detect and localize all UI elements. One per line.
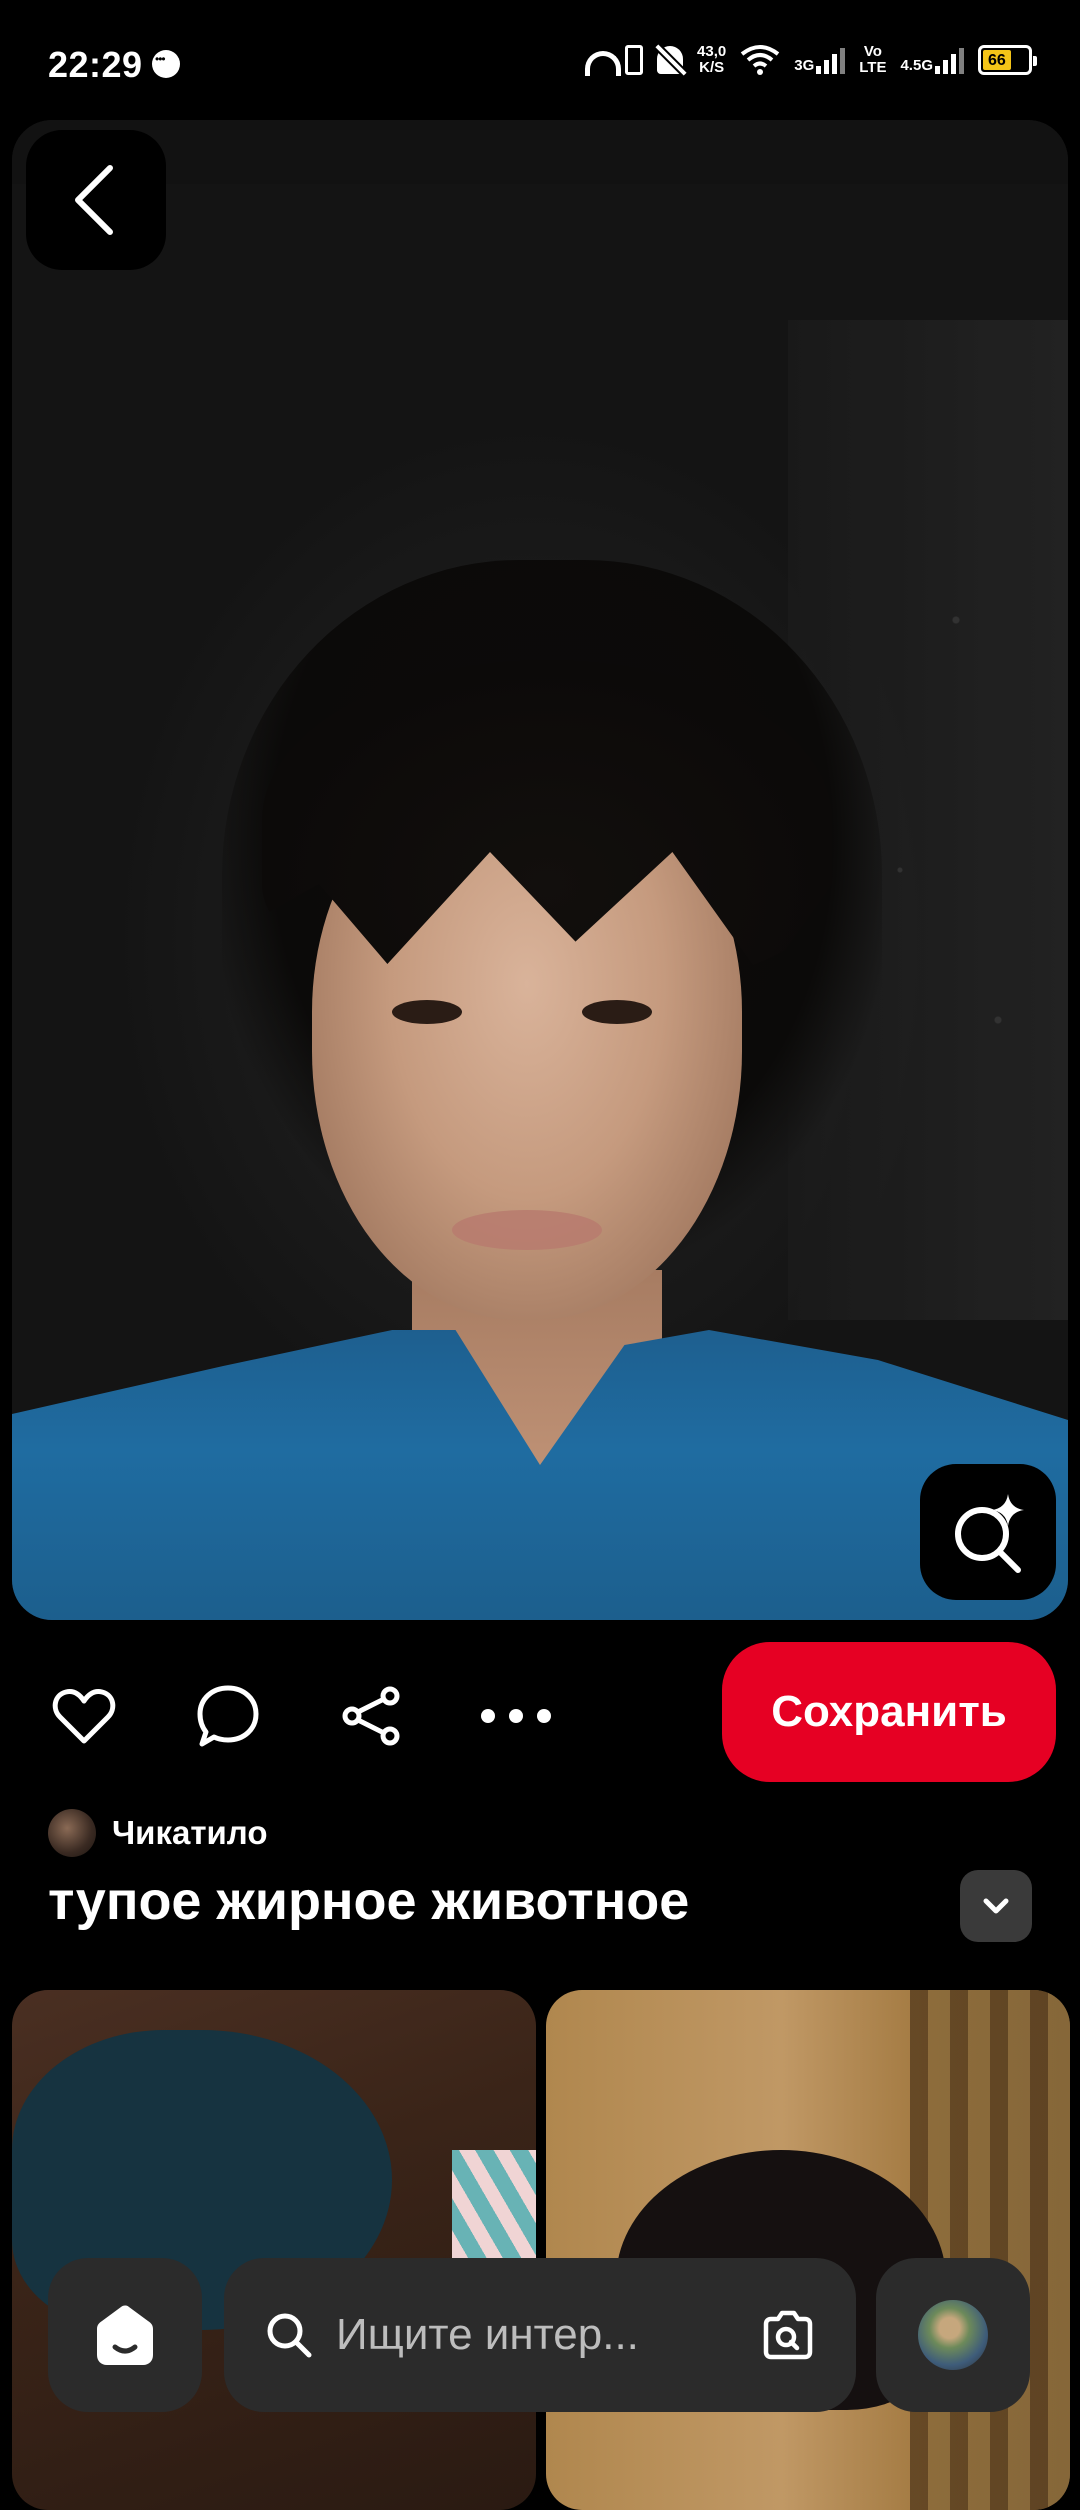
related-pin[interactable] <box>12 1990 536 2510</box>
back-button[interactable] <box>26 130 166 270</box>
like-button[interactable] <box>44 1676 124 1756</box>
pin-image[interactable] <box>12 120 1068 1620</box>
profile-avatar <box>918 2300 988 2370</box>
camera-search-icon[interactable] <box>760 2310 816 2360</box>
home-icon <box>97 2305 153 2365</box>
chevron-left-icon <box>75 165 113 235</box>
search-input[interactable] <box>334 2309 760 2361</box>
photo-lips <box>452 1210 602 1250</box>
save-button[interactable]: Сохранить <box>722 1642 1056 1782</box>
mute-bell-icon <box>657 46 684 74</box>
signal-45g-label: 4.5G <box>900 57 933 74</box>
volte-label: Vo <box>863 43 882 60</box>
network-speed: 43,0 K/S <box>697 44 726 76</box>
battery-level: 66 <box>983 50 1011 70</box>
expand-details-button[interactable] <box>960 1870 1032 1942</box>
related-pin[interactable] <box>546 1990 1070 2510</box>
profile-button[interactable] <box>876 2258 1030 2412</box>
signal-3g-icon: 3G <box>794 46 846 74</box>
status-icons: 43,0 K/S 3G Vo LTE 4.5G 66 <box>585 44 1037 76</box>
wifi-icon <box>741 45 780 75</box>
photo-eye-right <box>582 1000 652 1024</box>
search-bar[interactable] <box>224 2258 856 2412</box>
network-speed-unit: K/S <box>699 59 725 76</box>
battery-icon: 66 <box>978 45 1037 75</box>
author-avatar[interactable] <box>48 1809 96 1857</box>
author-row[interactable]: Чикатило <box>48 1808 267 1858</box>
status-bar: 22:29 43,0 K/S 3G Vo LTE 4.5G <box>0 0 1080 120</box>
volte-sub-label: LTE <box>859 59 887 76</box>
more-dots-icon <box>481 1709 551 1723</box>
photo-subject <box>12 120 1068 1620</box>
home-button[interactable] <box>48 2258 202 2412</box>
share-icon <box>342 1686 400 1746</box>
pin-title: тупое жирное животное <box>48 1871 690 1931</box>
headphones-icon <box>585 45 644 76</box>
author-name[interactable]: Чикатило <box>112 1814 267 1852</box>
bottom-navigation <box>0 2258 1080 2418</box>
status-time: 22:29 <box>48 44 143 85</box>
signal-3g-label: 3G <box>794 57 815 74</box>
search-icon <box>267 2313 312 2358</box>
visual-search-button[interactable] <box>920 1464 1056 1600</box>
pin-actions: Сохранить <box>0 1640 1080 1790</box>
heart-icon <box>52 1689 116 1744</box>
photo-eye-left <box>392 1000 462 1024</box>
network-speed-value: 43,0 <box>697 43 727 60</box>
signal-45g-icon: 4.5G <box>900 46 964 74</box>
comment-button[interactable] <box>188 1676 268 1756</box>
visual-search-sparkle-icon <box>955 1494 1024 1573</box>
share-button[interactable] <box>332 1676 412 1756</box>
volte-icon: Vo LTE <box>859 44 886 76</box>
more-button[interactable] <box>476 1676 556 1756</box>
chevron-down-icon <box>983 1898 1009 1914</box>
comment-bubble-icon <box>197 1685 259 1747</box>
chat-notification-icon <box>152 50 180 78</box>
